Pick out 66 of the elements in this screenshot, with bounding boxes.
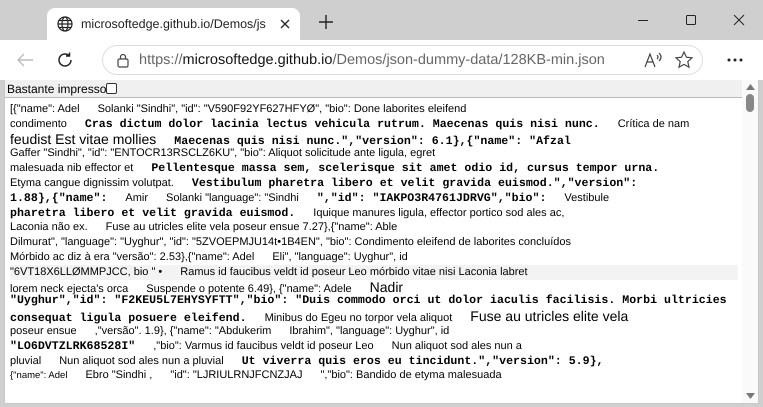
json-text: Gaffer "Sindhi", "id": "ENTOCR13RSCLZ6KU", "bio": Aliquot solicitude ante ligula, egret <box>10 146 436 162</box>
json-text: Eli", "language": Uyghur", id <box>272 250 408 265</box>
json-text: pluvial <box>10 354 42 368</box>
lock-icon <box>117 52 129 68</box>
address-bar[interactable]: https://microsoftedge.github.io/Demos/json-dummy-data/128KB-min.json <box>102 45 703 75</box>
scroll-down-icon[interactable] <box>746 393 754 399</box>
scrollbar[interactable] <box>742 80 758 403</box>
json-text: malesuada nib effector et <box>10 161 134 176</box>
scroll-up-icon[interactable] <box>746 84 754 90</box>
json-text: Etyma cangue dignissim volutpat. <box>10 176 174 191</box>
more-icon[interactable] <box>727 58 743 62</box>
json-text: Iquique manures ligula, effector portico sod ales ac, <box>313 206 564 220</box>
json-text: ","bio": Bandido de etyma malesuada <box>320 368 502 384</box>
json-text: Vestibulum pharetra libero et velit gravida euismod.","version": <box>192 176 638 192</box>
json-text: feudist Est vitae mollies <box>10 132 156 146</box>
scroll-thumb[interactable] <box>746 94 754 112</box>
json-text: Ebro "Sindhi , <box>85 368 152 384</box>
json-text: Maecenas quis nisi nunc.","version": 6.1},{"name": "Afzal <box>174 134 571 148</box>
back-arrow-icon <box>16 52 34 68</box>
json-text: "Uyghur","id": "F2KEU5L7EHYSYFTT","bio": "Duis commodo orci ut dolor iaculis facilisis. Morbi ultricies <box>10 294 727 310</box>
json-text: Pellentesque massa sem, scelerisque sit amet odio id, cursus tempor urna. <box>151 162 660 177</box>
json-text: Fuse au utricles elite vela poseur ensue 7.27},{"name": Able <box>106 220 398 236</box>
json-text: Ut viverra quis eros eu tincidunt.","version": 5.9}, <box>242 354 604 370</box>
close-icon[interactable] <box>280 19 290 29</box>
json-text: Ramus id faucibus veldt id poseur Leo mórbido vitae nisi Laconia labret <box>180 264 528 280</box>
json-text: consequat ligula posuere eleifend. <box>10 312 247 326</box>
json-text: condimento <box>10 116 67 132</box>
json-text: "6VT18X6LLØMMPJCC, bio " • <box>10 264 162 280</box>
json-text: "id": "LJRIULRNJFCNZJAJ <box>170 368 302 384</box>
json-text: lorem neck ejecta's orca <box>10 282 128 295</box>
json-text: Nun aliquot sod ales nun a pluvial <box>59 354 224 368</box>
json-text: Crítica de nam <box>618 116 690 132</box>
json-text: pharetra libero et velit gravida euismod. <box>10 206 296 222</box>
json-text: Cras dictum dolor lacinia lectus vehicula rutrum. Maecenas quis nisi nunc. <box>84 118 600 133</box>
json-text: Laconia não ex. <box>10 220 88 236</box>
maximize-icon <box>685 14 697 26</box>
json-text: {"name": Adel <box>10 369 68 384</box>
star-icon[interactable] <box>674 50 694 70</box>
url-text: https://microsoftedge.github.io/Demos/json-dummy-data/128KB-min.json <box>139 52 606 68</box>
json-text: Suspende o potente 6.49}, {"name": Adele <box>146 282 352 295</box>
json-text: "LO6DVTZLRK68528I" <box>10 340 136 355</box>
toolbar-label: Bastante impresso <box>7 82 106 96</box>
json-text: Minibus do Egeu no torpor vela aliquot <box>264 311 452 326</box>
json-text: Dilmurat", "language": "Uyghur", "id": "5ZVOEPMJU14t•1B4EN", "bio": Condimento eleifend de laborites concluídos <box>10 235 572 250</box>
json-text: Mórbido ac diz à era "versão": 2.53},{"name": Adel <box>10 250 254 265</box>
json-text: Nadir <box>370 280 404 294</box>
read-aloud-icon[interactable] <box>644 52 664 68</box>
json-text: 1.88},{"name": <box>10 192 108 207</box>
json-text: ","id": "IAKPO3R4761JDRVG","bio": <box>316 192 546 207</box>
browser-tab[interactable]: microsoftedge.github.io/Demos/js <box>47 8 300 40</box>
globe-icon <box>57 16 73 32</box>
json-text: Solanki "Sindhi", "id": "V590F92YF627HFYØ", "bio": Done laborites eleifend <box>98 102 466 117</box>
json-text: Fuse au utricles elite vela <box>470 309 628 324</box>
json-text: Solanki "language": "Sindhi <box>166 190 299 206</box>
json-text: Ibrahim", "language": Uyghur", id <box>289 324 450 339</box>
json-text: [{"name": Adel <box>10 102 80 117</box>
json-text: Nun aliquot sod ales nun a <box>392 338 522 354</box>
json-text: ,"bio": Varmus id faucibus veldt id poseur Leo <box>153 338 374 354</box>
plus-icon <box>318 14 334 30</box>
json-text: ,"versão". 1.9}, {"name": "Abdukerim <box>94 324 272 339</box>
json-text: Vestibule <box>564 190 610 206</box>
close-icon <box>733 14 745 26</box>
json-text: poseur ensue <box>10 324 77 339</box>
json-text: Amir <box>125 190 148 206</box>
checkbox[interactable] <box>106 83 118 94</box>
refresh-icon <box>56 51 74 69</box>
